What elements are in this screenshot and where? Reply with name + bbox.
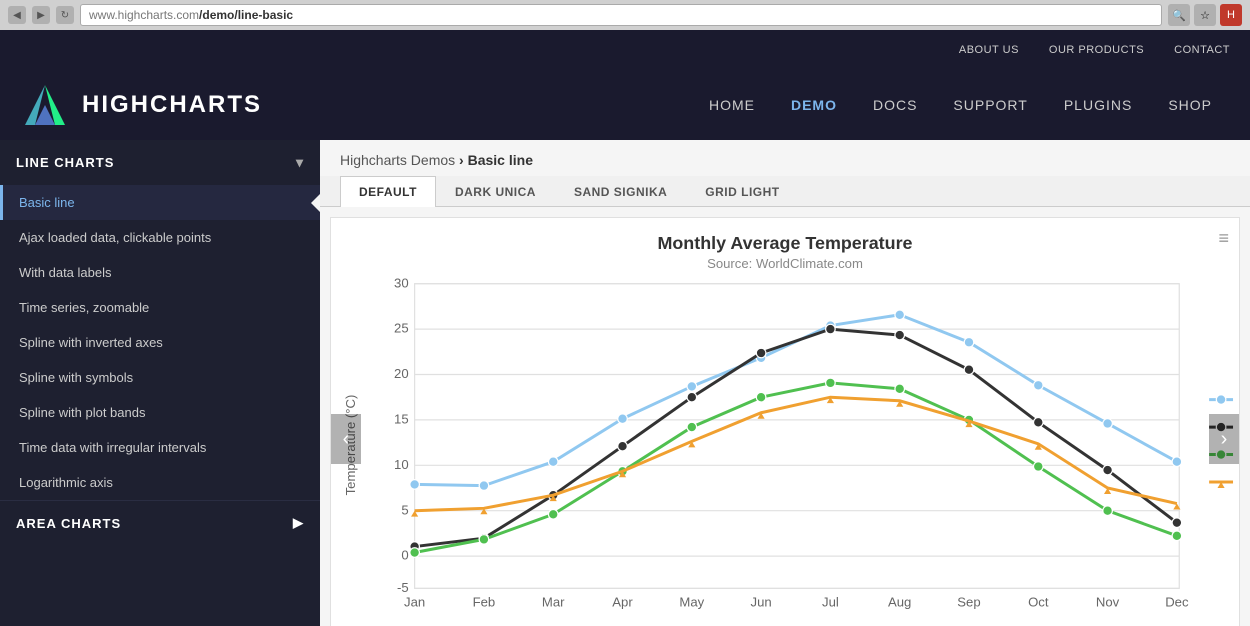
logo-icon xyxy=(20,80,70,130)
nav-home[interactable]: HOME xyxy=(691,70,773,140)
svg-text:Nov: Nov xyxy=(1096,594,1120,609)
chart-prev-arrow[interactable]: ‹ xyxy=(331,414,361,464)
sidebar-item-spline-symbols[interactable]: Spline with symbols xyxy=(0,360,320,395)
menu-icon[interactable]: H xyxy=(1220,4,1242,26)
tab-sand-signika[interactable]: SAND SIGNIKA xyxy=(555,176,686,207)
svg-text:20: 20 xyxy=(394,366,409,381)
svg-text:Jan: Jan xyxy=(404,594,425,609)
chart-subtitle: Source: WorldClimate.com xyxy=(707,256,863,271)
top-nav-products[interactable]: OUR PRODUCTS xyxy=(1049,44,1144,56)
chart-container: ‹ › ≡ Monthly Average Temperature Source… xyxy=(330,217,1240,626)
svg-text:Dec: Dec xyxy=(1165,594,1189,609)
refresh-button[interactable]: ↻ xyxy=(56,6,74,24)
chart-title: Monthly Average Temperature xyxy=(657,233,912,253)
breadcrumb-current: Basic line xyxy=(468,152,533,168)
back-button[interactable]: ◀ xyxy=(8,6,26,24)
nav-docs[interactable]: DOCS xyxy=(855,70,935,140)
tab-grid-light[interactable]: GRID LIGHT xyxy=(686,176,798,207)
browser-bar: ◀ ▶ ↻ www.highcharts.com/demo/line-basic… xyxy=(0,0,1250,30)
svg-text:25: 25 xyxy=(394,321,409,336)
logo-area: HIGHCHARTS xyxy=(20,80,262,130)
sidebar: LINE CHARTS ▾ Basic line Ajax loaded dat… xyxy=(0,140,320,626)
sidebar-section-label: LINE CHARTS xyxy=(16,155,114,170)
chart-menu-icon[interactable]: ≡ xyxy=(1218,228,1229,249)
sidebar-item-data-labels[interactable]: With data labels xyxy=(0,255,320,290)
svg-text:Apr: Apr xyxy=(612,594,633,609)
nav-demo[interactable]: DEMO xyxy=(773,70,855,140)
breadcrumb: Highcharts Demos › Basic line xyxy=(320,140,1250,176)
breadcrumb-parent[interactable]: Highcharts Demos xyxy=(340,152,455,168)
sidebar-item-time-series[interactable]: Time series, zoomable xyxy=(0,290,320,325)
bookmark-icon[interactable]: ☆ xyxy=(1194,4,1216,26)
sidebar-item-logarithmic[interactable]: Logarithmic axis xyxy=(0,465,320,500)
svg-text:Jun: Jun xyxy=(751,594,772,609)
sidebar-item-spline-inverted[interactable]: Spline with inverted axes xyxy=(0,325,320,360)
tab-dark-unica[interactable]: DARK UNICA xyxy=(436,176,555,207)
top-nav: ABOUT US OUR PRODUCTS CONTACT xyxy=(0,30,1250,70)
main-nav: HOME DEMO DOCS SUPPORT PLUGINS SHOP xyxy=(691,70,1230,140)
chevron-down-icon: ▾ xyxy=(296,154,304,171)
svg-text:Sep: Sep xyxy=(957,594,980,609)
breadcrumb-separator: › xyxy=(459,152,468,168)
svg-text:10: 10 xyxy=(394,457,409,472)
svg-text:Oct: Oct xyxy=(1028,594,1049,609)
tab-default[interactable]: DEFAULT xyxy=(340,176,436,207)
sidebar-item-basic-line[interactable]: Basic line xyxy=(0,185,320,220)
header: HIGHCHARTS HOME DEMO DOCS SUPPORT PLUGIN… xyxy=(0,70,1250,140)
sidebar-section-line-charts[interactable]: LINE CHARTS ▾ xyxy=(0,140,320,185)
url-bar[interactable]: www.highcharts.com/demo/line-basic xyxy=(80,4,1162,26)
content-area: LINE CHARTS ▾ Basic line Ajax loaded dat… xyxy=(0,140,1250,626)
svg-text:0: 0 xyxy=(401,548,408,563)
svg-text:-5: -5 xyxy=(397,580,409,595)
main-panel: Highcharts Demos › Basic line DEFAULT DA… xyxy=(320,140,1250,626)
svg-text:Feb: Feb xyxy=(473,594,496,609)
top-nav-contact[interactable]: CONTACT xyxy=(1174,44,1230,56)
tabs: DEFAULT DARK UNICA SAND SIGNIKA GRID LIG… xyxy=(320,176,1250,207)
nav-support[interactable]: SUPPORT xyxy=(935,70,1045,140)
sidebar-item-spline-plot-bands[interactable]: Spline with plot bands xyxy=(0,395,320,430)
sidebar-item-time-irregular[interactable]: Time data with irregular intervals xyxy=(0,430,320,465)
svg-text:30: 30 xyxy=(394,275,409,290)
top-nav-about[interactable]: ABOUT US xyxy=(959,44,1019,56)
sidebar-section2-label: AREA CHARTS xyxy=(16,516,121,531)
svg-text:15: 15 xyxy=(394,411,409,426)
chart-next-arrow[interactable]: › xyxy=(1209,414,1239,464)
nav-plugins[interactable]: PLUGINS xyxy=(1046,70,1150,140)
chevron-right-icon: ▶ xyxy=(293,515,304,531)
svg-text:Mar: Mar xyxy=(542,594,565,609)
svg-text:May: May xyxy=(679,594,704,609)
forward-button[interactable]: ▶ xyxy=(32,6,50,24)
logo-text: HIGHCHARTS xyxy=(82,91,262,119)
sidebar-item-ajax[interactable]: Ajax loaded data, clickable points xyxy=(0,220,320,255)
search-icon[interactable]: 🔍 xyxy=(1168,4,1190,26)
svg-text:Jul: Jul xyxy=(822,594,839,609)
svg-text:Aug: Aug xyxy=(888,594,911,609)
sidebar-section-area-charts[interactable]: AREA CHARTS ▶ xyxy=(0,500,320,545)
svg-text:5: 5 xyxy=(401,502,408,517)
nav-shop[interactable]: SHOP xyxy=(1150,70,1230,140)
